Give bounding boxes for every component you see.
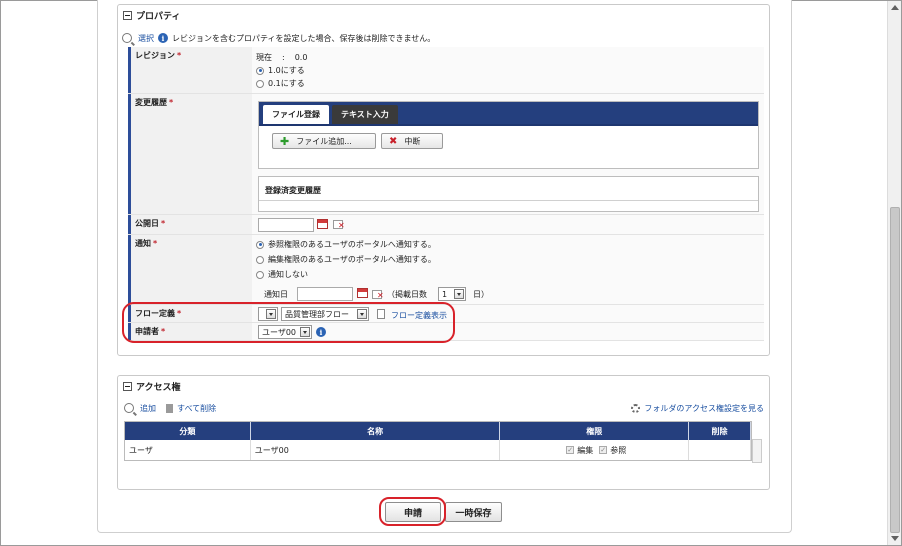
grid-scrollbar[interactable] [752,439,762,463]
revision-option-2[interactable]: 0.1にする [256,77,760,90]
revision-option-1[interactable]: 1.0にする [256,64,760,77]
radio-button[interactable] [256,240,264,249]
radio-button[interactable] [256,255,264,264]
property-section-header[interactable]: プロパティ [118,5,769,25]
plus-icon: ✚ [280,134,290,148]
tab-text-input[interactable]: テキスト入力 [332,105,398,124]
access-grid: 分類 名称 権限 削除 ユーザ ユーザ00 ✓ 編集 ✓ 参照 [124,421,752,461]
days-suffix: 日） [473,290,489,299]
scroll-down-icon[interactable] [891,536,899,541]
add-file-button[interactable]: ✚ ファイル追加... [272,133,376,149]
notification-label: 通知 * [128,235,252,304]
delete-all-link[interactable]: すべて削除 [177,403,216,414]
col-name: 名称 [251,422,501,440]
calendar-icon[interactable] [317,219,328,229]
grid-header: 分類 名称 権限 削除 [125,422,751,440]
publish-date-label: 公開日 * [128,215,252,234]
revision-current: 現在:0.0 [256,53,308,62]
notify-date-label: 通知日 [264,290,288,299]
table-row: ユーザ ユーザ00 ✓ 編集 ✓ 参照 [125,440,751,460]
access-section-title: アクセス権 [136,382,181,393]
calendar-icon[interactable] [357,288,368,298]
cell-delete[interactable] [689,440,751,460]
highlight-annotation [379,497,446,526]
gear-icon[interactable] [631,403,641,413]
radio-button[interactable] [256,79,264,88]
edit-checkbox[interactable]: ✓ [566,446,575,454]
highlight-annotation [122,302,455,343]
property-section-title: プロパティ [136,11,181,22]
cell-name: ユーザ00 [251,440,501,460]
scroll-thumb[interactable] [890,207,900,533]
notification-option-3[interactable]: 通知しない [256,268,760,281]
radio-button[interactable] [256,66,264,75]
tab-strip: ファイル登録 テキスト入力 [259,102,758,126]
property-info-row: 選択 i レビジョンを含むプロパティを設定した場合、保存後は削除できません。 [122,31,762,45]
add-link[interactable]: 追加 [140,403,156,414]
clear-date-icon[interactable] [372,289,384,300]
chevron-down-icon[interactable] [454,289,464,299]
notification-option-1[interactable]: 参照権限のあるユーザのポータルへ通知する。 [256,238,760,251]
info-text: レビジョンを含むプロパティを設定した場合、保存後は削除できません。 [172,33,436,43]
search-icon[interactable] [122,33,132,43]
change-history-label: 変更履歴 * [128,94,252,214]
publish-date-row: 公開日 * [128,215,764,235]
revision-row: レビジョン * 現在:0.0 1.0にする 0.1にする [128,47,764,94]
close-icon: ✖ [389,135,398,147]
temp-save-button[interactable]: 一時保存 [445,502,502,522]
days-prefix: （掲載日数 [387,290,427,299]
folder-access-link[interactable]: フォルダのアクセス権設定を見る [644,403,764,414]
revision-label: レビジョン * [128,47,252,93]
publish-date-value [252,215,764,234]
trash-icon[interactable] [166,403,173,413]
col-permission: 権限 [500,422,690,440]
collapse-icon[interactable] [123,10,132,20]
view-checkbox[interactable]: ✓ [599,446,608,454]
search-icon[interactable] [124,403,134,413]
registered-history-box: 登録済変更履歴 [258,176,759,212]
clear-date-icon[interactable] [333,219,345,230]
publish-date-input[interactable] [258,218,314,232]
collapse-icon[interactable] [123,381,132,391]
abort-button[interactable]: ✖ 中断 [381,133,443,149]
select-link[interactable]: 選択 [138,33,154,44]
registered-history-title: 登録済変更履歴 [259,177,758,201]
access-toolbar: 追加 すべて削除 フォルダのアクセス権設定を見る [124,402,764,414]
info-icon: i [158,33,168,43]
radio-button[interactable] [256,270,264,279]
tab-file-register[interactable]: ファイル登録 [263,105,329,124]
revision-value: 現在:0.0 1.0にする 0.1にする [252,47,764,93]
notification-option-2[interactable]: 編集権限のあるユーザのポータルへ通知する。 [256,253,760,266]
access-section-header[interactable]: アクセス権 [118,376,769,396]
col-category: 分類 [125,422,251,440]
notify-date-input[interactable] [297,287,353,301]
window-scrollbar[interactable] [887,1,901,545]
cell-category: ユーザ [125,440,251,460]
cell-permission: ✓ 編集 ✓ 参照 [500,440,690,460]
col-delete: 削除 [689,422,751,440]
scroll-up-icon[interactable] [891,5,899,10]
days-select[interactable]: 1 [438,287,466,301]
